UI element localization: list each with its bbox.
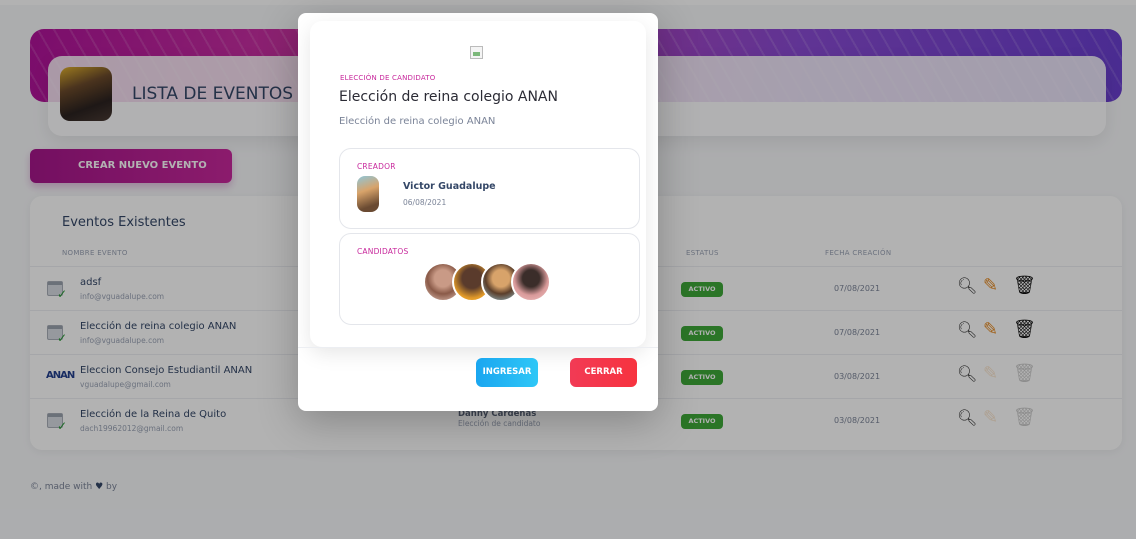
event-detail-card: ELECCIÓN DE CANDIDATO Elección de reina … <box>310 21 646 347</box>
close-button[interactable]: CERRAR <box>570 358 637 387</box>
creator-date: 06/08/2021 <box>403 198 447 207</box>
candidates-box: CANDIDATOS <box>339 233 640 325</box>
creator-label: CREADOR <box>357 162 396 171</box>
creator-avatar <box>357 176 379 212</box>
modal-title: Elección de reina colegio ANAN <box>339 89 558 105</box>
modal-divider <box>298 347 658 348</box>
modal-description: Elección de reina colegio ANAN <box>339 116 496 127</box>
enter-button[interactable]: INGRESAR <box>476 358 538 387</box>
broken-image-icon <box>470 46 483 59</box>
event-detail-modal: ELECCIÓN DE CANDIDATO Elección de reina … <box>298 13 658 411</box>
event-type-label: ELECCIÓN DE CANDIDATO <box>340 74 436 82</box>
creator-box: CREADOR Victor Guadalupe 06/08/2021 <box>339 148 640 229</box>
candidate-avatar <box>511 262 551 302</box>
candidates-label: CANDIDATOS <box>357 247 409 256</box>
creator-name: Victor Guadalupe <box>403 181 496 192</box>
